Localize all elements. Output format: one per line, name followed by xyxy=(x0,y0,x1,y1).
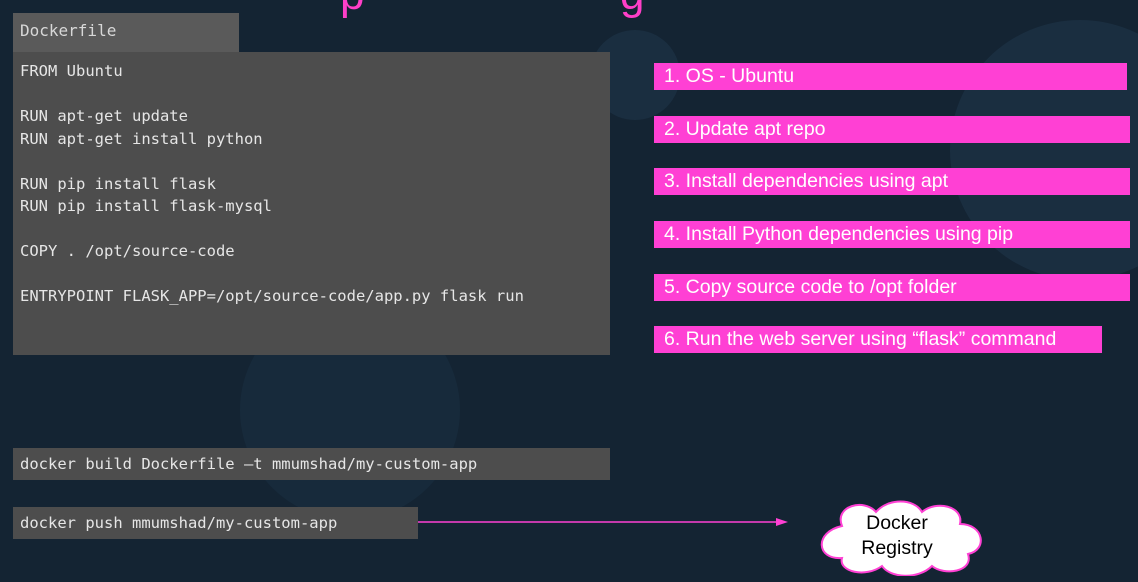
step-install-pip: 4. Install Python dependencies using pip xyxy=(654,221,1130,248)
registry-label-line1: Docker xyxy=(866,512,928,534)
step-install-apt: 3. Install dependencies using apt xyxy=(654,168,1130,195)
title-fragment-char: g xyxy=(620,0,646,20)
code-line: COPY . /opt/source-code xyxy=(20,242,235,260)
code-line: RUN pip install flask xyxy=(20,174,216,193)
code-line: FROM Ubuntu xyxy=(20,62,123,80)
slide-title-fragment: p g xyxy=(320,0,680,19)
step-run-server: 6. Run the web server using “flask” comm… xyxy=(654,326,1102,353)
step-os: 1. OS - Ubuntu xyxy=(654,63,1127,90)
build-command: docker build Dockerfile –t mmumshad/my-c… xyxy=(13,448,610,480)
code-line: RUN apt-get install python xyxy=(20,129,263,148)
push-arrow xyxy=(418,518,788,526)
registry-label: Docker Registry xyxy=(812,511,982,561)
step-copy-source: 5. Copy source code to /opt folder xyxy=(654,274,1130,301)
dockerfile-code-panel: FROM Ubuntu RUN apt-get update RUN apt-g… xyxy=(13,52,610,355)
step-update-repo: 2. Update apt repo xyxy=(654,116,1130,143)
registry-label-line2: Registry xyxy=(861,537,933,559)
code-line: ENTRYPOINT FLASK_APP=/opt/source-code/ap… xyxy=(20,287,524,305)
code-line: RUN pip install flask-mysql xyxy=(20,197,272,215)
title-fragment-char: p xyxy=(340,0,366,20)
dockerfile-tab[interactable]: Dockerfile xyxy=(13,13,239,52)
push-command: docker push mmumshad/my-custom-app xyxy=(13,507,418,539)
code-line: RUN apt-get update xyxy=(20,107,188,125)
